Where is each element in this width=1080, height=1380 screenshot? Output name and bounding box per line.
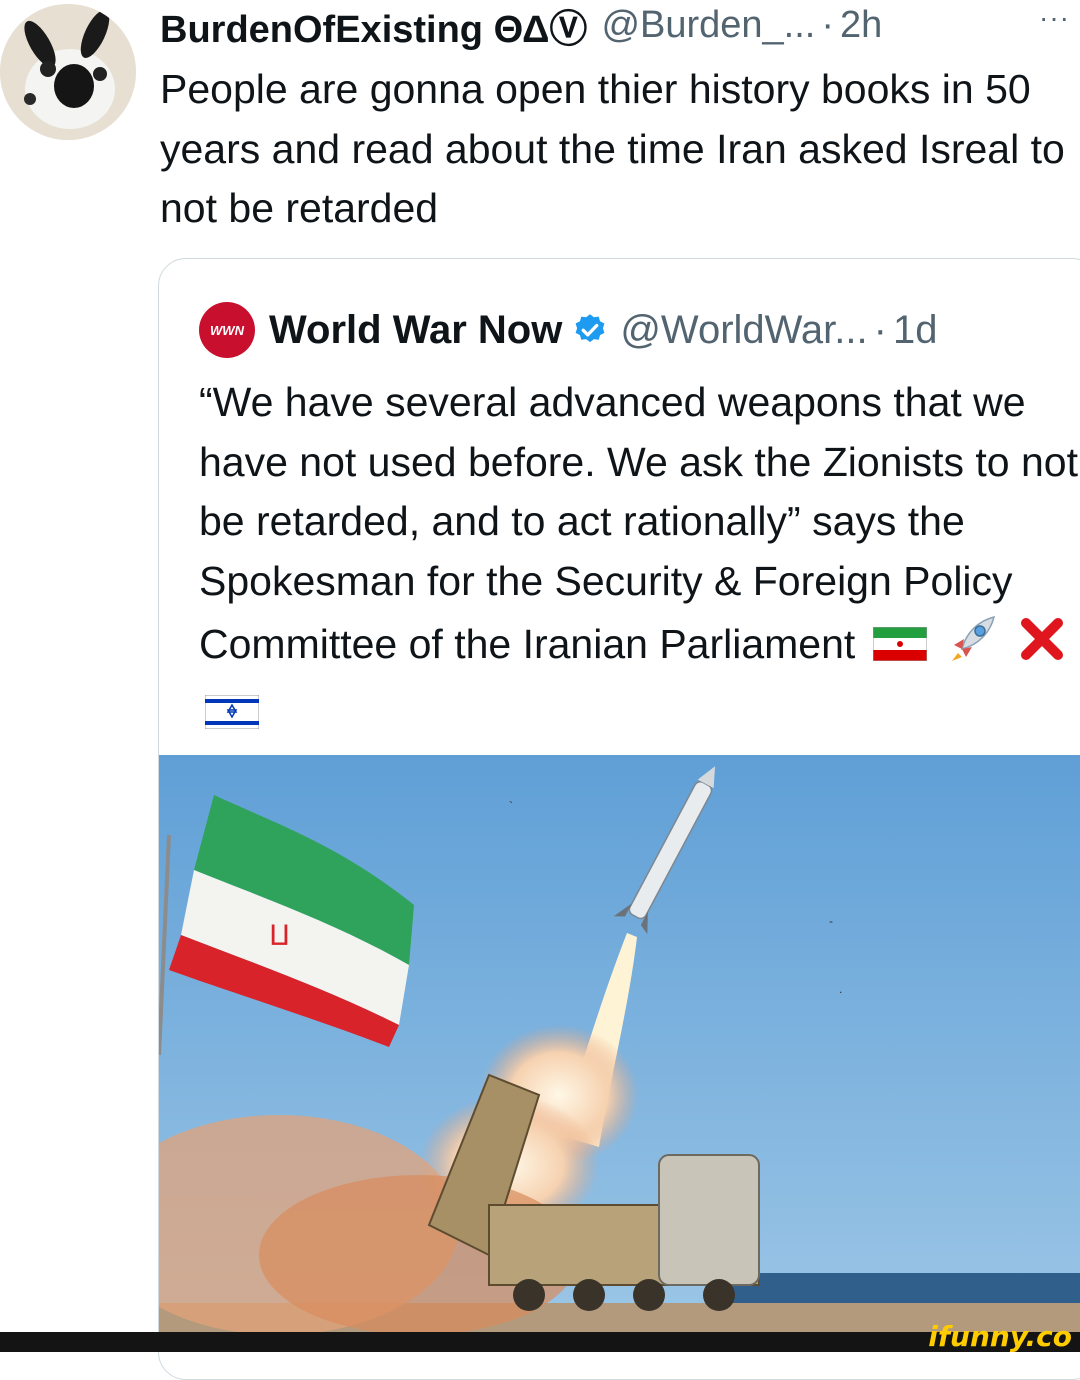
quoted-separator-dot: · <box>873 307 887 352</box>
bottom-bar <box>0 1332 1080 1352</box>
quoted-tweet-image[interactable]: ⵡ ` - . <box>159 755 1080 1335</box>
missile-launch-photo: ⵡ ` - . <box>159 755 1080 1335</box>
tweet-time[interactable]: 2h <box>840 4 882 47</box>
svg-text:.: . <box>839 982 842 996</box>
iran-flag-icon <box>872 618 928 678</box>
rabbit-avatar-image <box>0 4 136 140</box>
quoted-tweet-text-block: “We have several advanced weapons that w… <box>199 373 1079 745</box>
svg-text:-: - <box>829 914 833 928</box>
svg-text:ⵡ: ⵡ <box>269 919 290 952</box>
author-avatar[interactable] <box>0 4 136 140</box>
verified-badge-icon <box>575 314 605 343</box>
ifunny-watermark: ifunny.co <box>928 1320 1072 1353</box>
quoted-author-handle[interactable]: @WorldWar... <box>620 308 867 353</box>
rocket-icon <box>944 611 1000 684</box>
quoted-tweet-time[interactable]: 1d <box>893 308 938 353</box>
quoted-author-name[interactable]: World War Now <box>269 308 562 353</box>
author-name[interactable]: BurdenOfExisting ΘΔⓋ <box>160 0 587 53</box>
tweet-text: People are gonna open thier history book… <box>160 66 1065 231</box>
quoted-tweet-header: WWN World War Now @WorldWar... · 1d <box>199 302 938 358</box>
separator-dot: · <box>821 3 835 46</box>
svg-text:`: ` <box>509 799 513 813</box>
tweet-header: BurdenOfExisting ΘΔⓋ @Burden_... · 2h <box>160 0 1080 53</box>
quoted-tweet-card[interactable]: WWN World War Now @WorldWar... · 1d “We … <box>158 258 1080 1380</box>
more-options-icon[interactable]: ··· <box>1039 2 1070 34</box>
author-handle[interactable]: @Burden_... <box>601 4 815 47</box>
quoted-author-avatar[interactable]: WWN <box>199 302 255 358</box>
israel-flag-icon <box>204 686 260 746</box>
red-x-icon <box>1018 615 1066 680</box>
